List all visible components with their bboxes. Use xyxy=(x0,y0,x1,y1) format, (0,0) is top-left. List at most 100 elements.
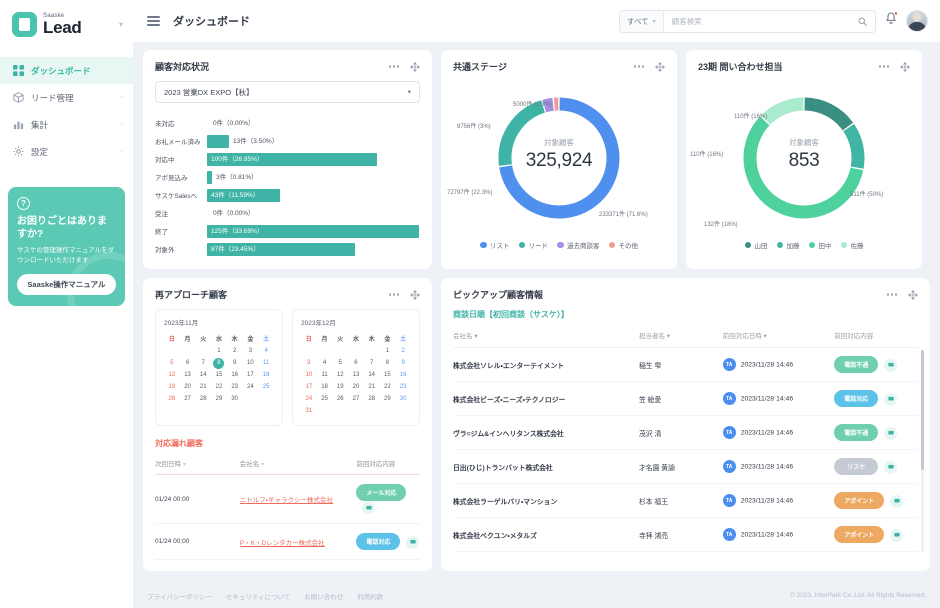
comment-icon[interactable] xyxy=(884,426,898,440)
calendar-day-cell[interactable]: 9 xyxy=(227,357,243,369)
calendar-day-cell[interactable]: 1 xyxy=(380,345,396,357)
calendar-day-cell[interactable]: 16 xyxy=(227,369,243,381)
status-badge[interactable]: アポイント xyxy=(834,492,885,509)
column-header[interactable]: 担当者名 ▾ xyxy=(639,327,723,348)
comment-icon[interactable] xyxy=(890,528,904,542)
status-badge[interactable]: 電話対応 xyxy=(834,390,879,407)
calendar-day-cell[interactable]: 5 xyxy=(164,357,180,369)
more-options-icon[interactable] xyxy=(634,65,644,68)
calendar-day-cell[interactable]: 11 xyxy=(258,357,274,369)
calendar-day-cell[interactable]: 19 xyxy=(164,381,180,393)
calendar-day-cell[interactable]: 3 xyxy=(301,357,317,369)
comment-icon[interactable] xyxy=(884,358,898,372)
company-link[interactable]: P・K・Dレンタカー株式会社 xyxy=(240,540,325,547)
status-badge[interactable]: 電話対応 xyxy=(356,533,401,550)
calendar-day-cell[interactable]: 18 xyxy=(258,369,274,381)
footer-link[interactable]: プライバシーポリシー xyxy=(147,594,212,601)
column-header[interactable]: 前回対応内容 xyxy=(356,454,420,475)
company-link[interactable]: ニトルフ・ギャラクシー株式会社 xyxy=(240,497,333,504)
calendar-day-cell[interactable]: 24 xyxy=(243,381,259,393)
calendar-day-cell[interactable]: 8 xyxy=(211,357,227,369)
calendar-day-cell[interactable]: 3 xyxy=(243,345,259,357)
calendar-day-cell[interactable]: 10 xyxy=(243,357,259,369)
calendar-selected-day[interactable]: 8 xyxy=(213,357,225,369)
calendar-day-cell[interactable]: 6 xyxy=(348,357,364,369)
move-handle-icon[interactable] xyxy=(410,289,420,300)
notification-bell-icon[interactable] xyxy=(885,11,898,30)
calendar-day-cell[interactable]: 18 xyxy=(317,381,333,393)
column-header[interactable]: 前回対応日時 ▾ xyxy=(722,327,835,348)
calendar-day-cell[interactable]: 29 xyxy=(211,393,227,405)
scrollbar-track[interactable] xyxy=(921,350,924,553)
footer-link[interactable]: 利用約款 xyxy=(357,594,383,601)
column-header[interactable]: 会社名 ▾ xyxy=(453,327,639,348)
sort-icon[interactable]: ▾ xyxy=(473,333,477,340)
table-row[interactable]: 株式会社ベクユン・メタルズ 寺拝 鴻亮 TA 2023/11/28 14:46 アポイン… xyxy=(453,517,918,552)
donut-segment[interactable] xyxy=(761,97,804,125)
calendar-day-cell[interactable]: 2 xyxy=(395,345,411,357)
calendar-day-cell[interactable]: 13 xyxy=(348,369,364,381)
bar-fill[interactable] xyxy=(207,134,230,148)
calendar-day-cell[interactable]: 23 xyxy=(395,381,411,393)
calendar-day-cell[interactable]: 6 xyxy=(180,357,196,369)
legend-item[interactable]: 加藤 xyxy=(776,240,800,250)
calendar-day-cell[interactable]: 20 xyxy=(180,381,196,393)
column-header[interactable]: 次回日時 ▾ xyxy=(155,454,240,475)
more-options-icon[interactable] xyxy=(389,293,399,296)
calendar-day-cell[interactable]: 11 xyxy=(317,369,333,381)
calendar-day-cell[interactable]: 7 xyxy=(195,357,211,369)
calendar-day-cell[interactable]: 15 xyxy=(211,369,227,381)
status-badge[interactable]: リスケ xyxy=(834,458,879,475)
status-badge[interactable]: 電話不通 xyxy=(834,424,879,441)
table-row[interactable]: 01/24 00:00 P・K・Dレンタカー株式会社 電話対応 xyxy=(155,523,420,560)
calendar-day-cell[interactable]: 17 xyxy=(243,369,259,381)
calendar-day-cell[interactable]: 29 xyxy=(380,393,396,405)
calendar-day-cell[interactable]: 12 xyxy=(332,369,348,381)
footer-link[interactable]: セキュリティについて xyxy=(226,594,290,601)
calendar-day-cell[interactable]: 30 xyxy=(395,393,411,405)
table-row[interactable]: ヴラ=ジム&インヘリタンス株式会社 茂沢 清 TA 2023/11/28 14:46 電… xyxy=(453,415,918,450)
calendar-day-cell[interactable]: 22 xyxy=(380,381,396,393)
legend-item[interactable]: リード xyxy=(518,240,548,250)
calendar-day-cell[interactable]: 20 xyxy=(348,381,364,393)
more-options-icon[interactable] xyxy=(887,293,897,296)
search-scope-select[interactable]: すべて ▾ xyxy=(620,10,664,32)
table-row[interactable]: 日出(ひじ)トランバット株式会社 才名園 黄諭 TA 2023/11/28 14:46… xyxy=(453,449,918,484)
sidebar-item-dashboard[interactable]: ダッシュボード xyxy=(0,57,133,84)
legend-item[interactable]: リスト xyxy=(480,240,510,250)
more-options-icon[interactable] xyxy=(389,65,399,68)
calendar-day-cell[interactable]: 26 xyxy=(164,393,180,405)
column-header[interactable]: 前回対応内容 xyxy=(834,327,918,348)
calendar-day-cell[interactable]: 8 xyxy=(380,357,396,369)
search-input[interactable] xyxy=(663,16,850,26)
hamburger-menu-icon[interactable] xyxy=(147,16,160,26)
more-options-icon[interactable] xyxy=(879,65,889,68)
donut-segment[interactable] xyxy=(804,97,854,131)
calendar-day-cell[interactable]: 21 xyxy=(364,381,380,393)
avatar[interactable] xyxy=(906,10,928,32)
table-row[interactable]: 株式会社ラーゲルバリ・マンション 杉本 福王 TA 2023/11/28 14:46 ア… xyxy=(453,483,918,518)
legend-item[interactable]: 佐藤 xyxy=(840,240,864,250)
calendar-day-cell[interactable]: 4 xyxy=(258,345,274,357)
move-handle-icon[interactable] xyxy=(900,61,910,72)
logo[interactable]: Saaske Lead ▾ xyxy=(0,0,133,51)
sort-icon[interactable]: ▾ xyxy=(665,333,670,340)
legend-item[interactable]: 過去商談客 xyxy=(557,240,600,250)
move-handle-icon[interactable] xyxy=(410,61,420,72)
calendar-day-cell[interactable]: 19 xyxy=(332,381,348,393)
sidebar-item-settings[interactable]: 設定 › xyxy=(0,138,133,165)
calendar-day-cell[interactable]: 25 xyxy=(258,381,274,393)
legend-item[interactable]: 山田 xyxy=(744,240,768,250)
comment-icon[interactable] xyxy=(890,494,904,508)
calendar-day-cell[interactable]: 5 xyxy=(332,357,348,369)
footer-link[interactable]: お問い合わせ xyxy=(304,594,343,601)
search-icon[interactable] xyxy=(850,17,875,26)
calendar-day-cell[interactable]: 1 xyxy=(211,345,227,357)
calendar-day-cell[interactable]: 2 xyxy=(227,345,243,357)
calendar-day-cell[interactable]: 25 xyxy=(317,393,333,405)
calendar-day-cell[interactable]: 24 xyxy=(301,393,317,405)
calendar-day-cell[interactable]: 21 xyxy=(195,381,211,393)
calendar-day-cell[interactable]: 4 xyxy=(317,357,333,369)
manual-download-button[interactable]: Saaske操作マニュアル xyxy=(17,273,116,295)
table-row[interactable]: 株式会社ソレル・エンターテイメント 稲生 雫 TA 2023/11/28 14:46 電… xyxy=(453,347,918,382)
